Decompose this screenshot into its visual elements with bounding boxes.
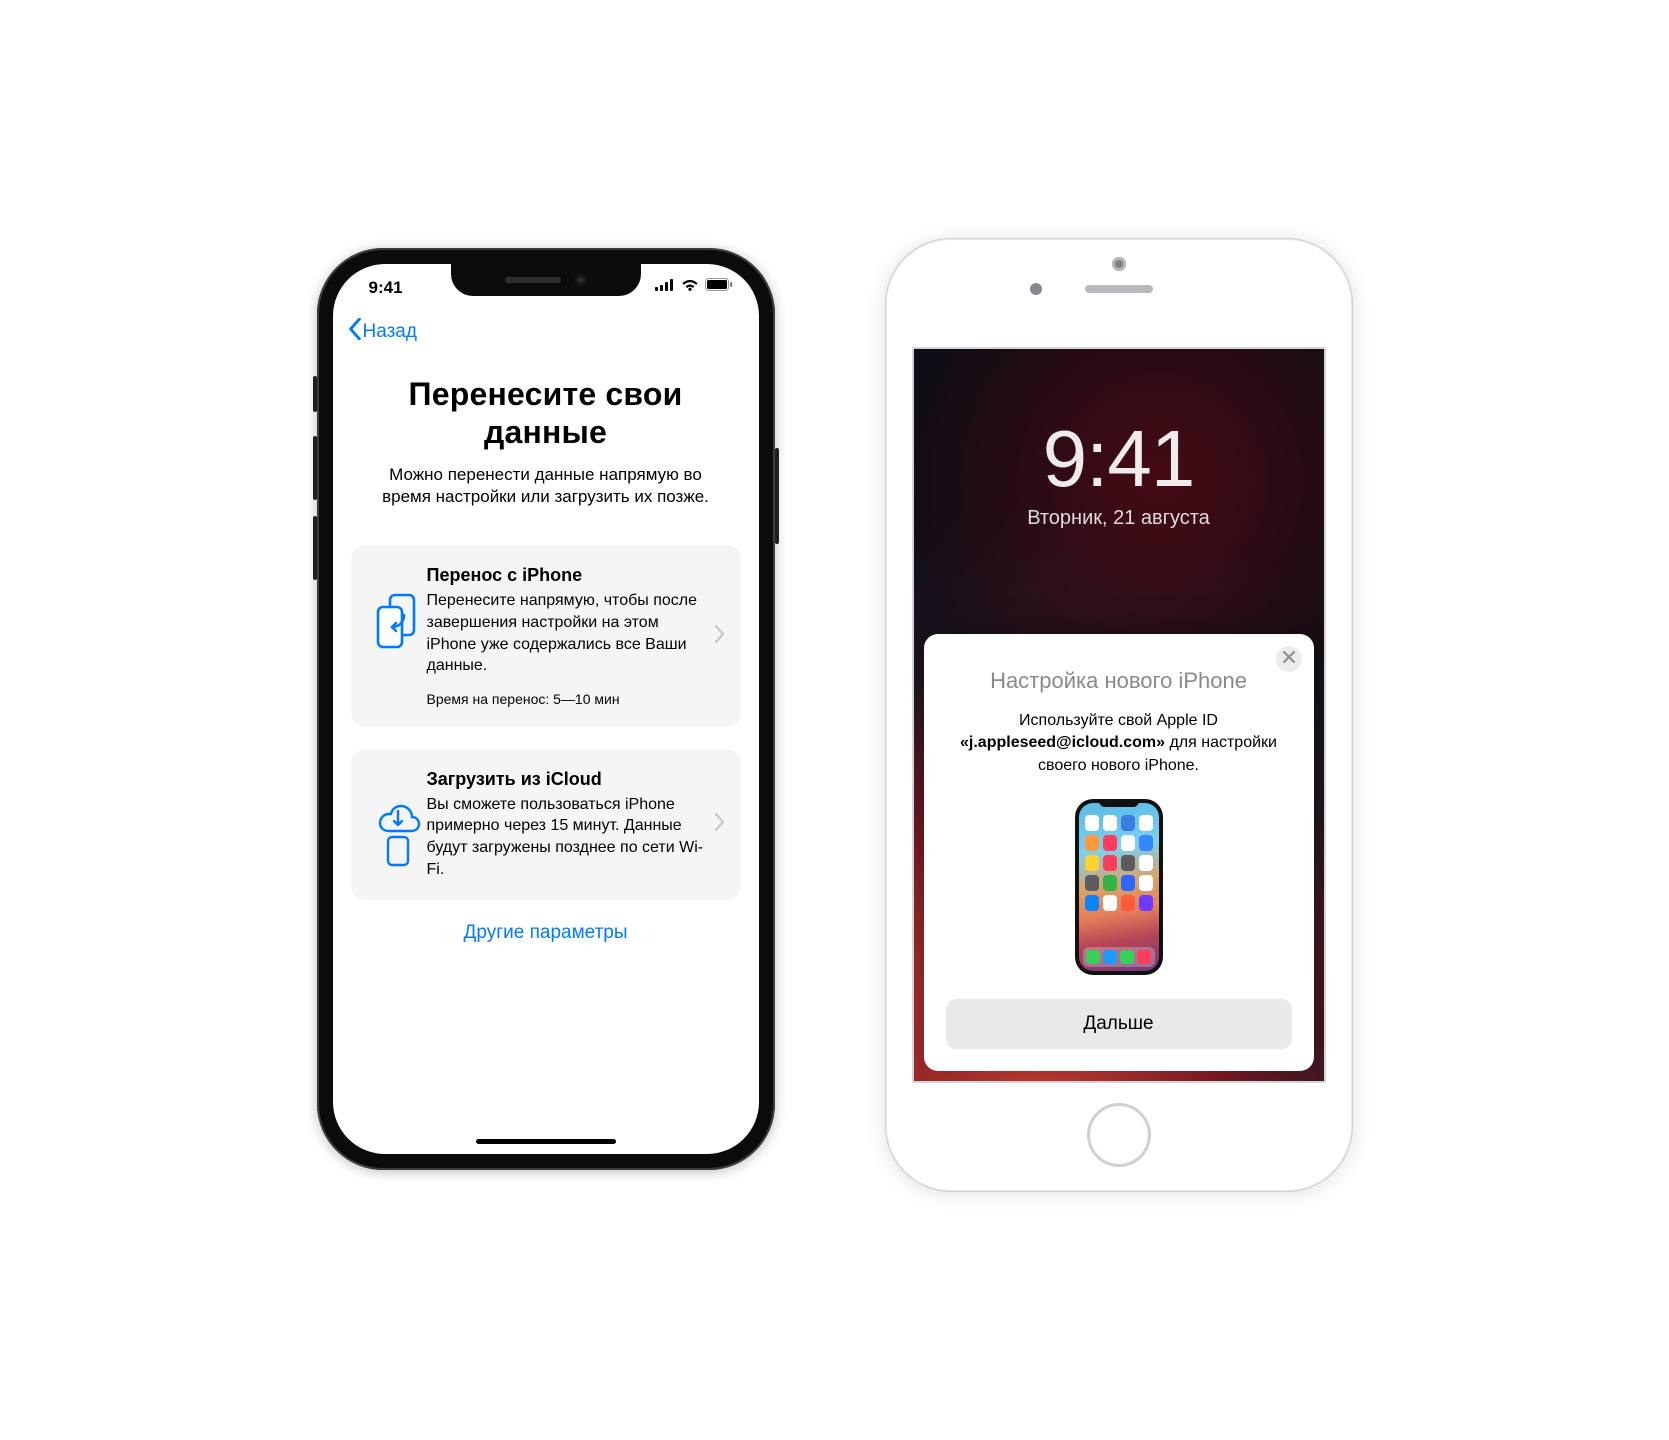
iphone-8-frame: 9:41 Вторник, 21 августа Настройка новог… [885, 238, 1353, 1192]
chevron-left-icon [347, 318, 363, 346]
option-desc: Перенесите напрямую, чтобы после заверше… [427, 590, 705, 676]
icloud-download-icon [369, 769, 427, 867]
earpiece [1085, 285, 1153, 293]
notch [451, 264, 641, 296]
close-button[interactable] [1276, 646, 1302, 672]
apple-id: j.appleseed@icloud.com [969, 734, 1156, 751]
side-button [775, 448, 779, 544]
home-button[interactable] [1087, 1103, 1151, 1167]
option-download-from-icloud[interactable]: Загрузить из iCloud Вы сможете пользоват… [351, 749, 741, 900]
chevron-right-icon [711, 625, 725, 648]
continue-label: Дальше [1083, 1013, 1153, 1035]
volume-up-button [313, 436, 317, 500]
back-button[interactable]: Назад [347, 318, 417, 346]
speaker [505, 277, 561, 283]
iphone-x-frame: 9:41 Наз [317, 248, 775, 1170]
sheet-body: Используйте свой Apple ID «j.appleseed@i… [946, 710, 1292, 777]
volume-down-button [313, 516, 317, 580]
sheet-title: Настройка нового iPhone [946, 668, 1292, 694]
lock-screen-date: Вторник, 21 августа [914, 507, 1324, 530]
home-indicator [476, 1139, 616, 1144]
iphone-x-screen: 9:41 Наз [333, 264, 759, 1154]
proximity-sensor-icon [1030, 283, 1042, 295]
nav-bar: Назад [333, 312, 759, 352]
status-time: 9:41 [369, 278, 403, 298]
transfer-iphone-icon [369, 565, 427, 651]
front-camera-icon [575, 274, 587, 286]
mute-switch [313, 376, 317, 412]
iphone-illustration-icon [1075, 799, 1163, 975]
page-subtitle: Можно перенести данные напрямую во время… [367, 464, 725, 510]
chevron-right-icon [711, 813, 725, 836]
option-desc: Вы сможете пользоваться iPhone примерно … [427, 794, 705, 880]
sheet-body-prefix: Используйте свой Apple ID [1019, 712, 1218, 729]
close-icon [1283, 650, 1295, 668]
option-meta: Время на перенос: 5—10 мин [427, 691, 705, 707]
back-label: Назад [363, 321, 417, 343]
other-options-link[interactable]: Другие параметры [351, 922, 741, 944]
option-title: Перенос с iPhone [427, 565, 705, 586]
option-transfer-from-iphone[interactable]: Перенос с iPhone Перенесите напрямую, чт… [351, 545, 741, 726]
setup-sheet: Настройка нового iPhone Используйте свой… [924, 634, 1314, 1071]
iphone-8-screen: 9:41 Вторник, 21 августа Настройка новог… [912, 347, 1326, 1083]
option-title: Загрузить из iCloud [427, 769, 705, 790]
battery-icon [705, 278, 733, 291]
page-title: Перенесите свои данные [361, 376, 731, 452]
lock-screen-time: 9:41 [914, 413, 1324, 505]
cellular-icon [655, 279, 675, 291]
wifi-icon [681, 279, 699, 291]
continue-button[interactable]: Дальше [946, 999, 1292, 1049]
front-camera-icon [1112, 257, 1126, 271]
